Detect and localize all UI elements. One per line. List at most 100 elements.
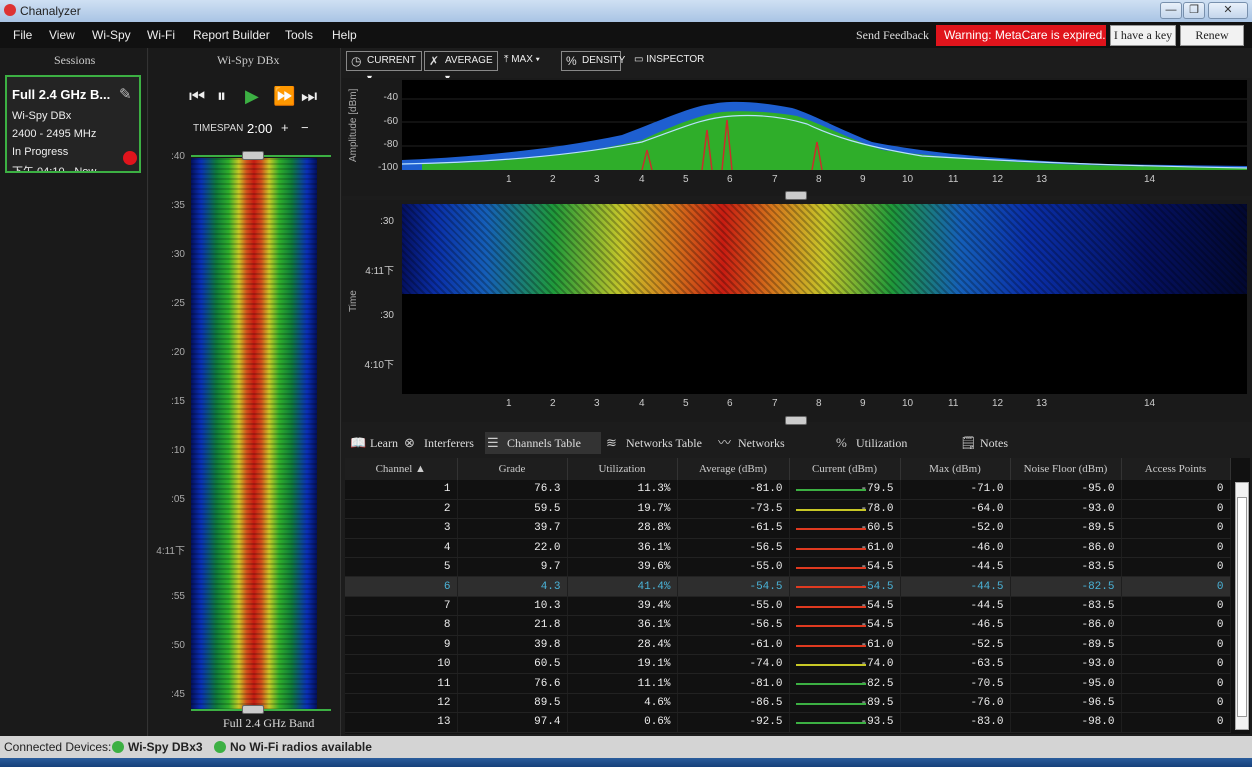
pencil-icon[interactable]: ✎ bbox=[119, 85, 135, 103]
table-cell: 11.3% bbox=[567, 480, 678, 500]
waterfall-bottom-handle[interactable] bbox=[242, 705, 264, 714]
max-button[interactable]: ⤒ MAX ▾ bbox=[504, 54, 540, 65]
time-waterfall-chart: Time :30 4:11下 :30 4:10下 1 2 3 4 5 6 7 8… bbox=[342, 200, 1252, 425]
table-row[interactable]: 10 60.5 19.1% -74.0 -74.0 -63.5 -93.0 0 bbox=[345, 654, 1231, 675]
tab-networks-table[interactable]: ≋ Networks Table bbox=[604, 432, 702, 454]
close-button[interactable]: ✕ bbox=[1208, 2, 1248, 19]
current-button[interactable]: ◷CURRENT ▾ bbox=[346, 51, 422, 84]
spectrum-splitter-handle[interactable] bbox=[785, 191, 807, 200]
table-row[interactable]: 5 9.7 39.6% -55.0 -54.5 -44.5 -83.5 0 bbox=[345, 557, 1231, 578]
status-bar: Connected Devices: Wi-Spy DBx3 No Wi-Fi … bbox=[0, 736, 1252, 758]
waterfall-splitter-handle[interactable] bbox=[785, 416, 807, 425]
menu-tools[interactable]: Tools bbox=[285, 28, 313, 42]
sort-ascending-icon: ▲ bbox=[415, 463, 426, 475]
table-row[interactable]: 4 22.0 36.1% -56.5 -61.0 -46.0 -86.0 0 bbox=[345, 538, 1231, 559]
graph-icon: 〰 bbox=[718, 435, 732, 450]
table-row[interactable]: 12 89.5 4.6% -86.5 -89.5 -76.0 -96.5 0 bbox=[345, 693, 1231, 714]
play-icon[interactable]: ▶ bbox=[245, 86, 259, 107]
tab-interferers[interactable]: ⊗ Interferers bbox=[402, 432, 476, 454]
table-cell: 19.7% bbox=[567, 499, 678, 520]
renew-button[interactable]: Renew bbox=[1180, 25, 1244, 46]
skip-back-icon[interactable]: ⏮ bbox=[189, 86, 205, 107]
time-waterfall-plot[interactable] bbox=[402, 204, 1247, 394]
table-cell: 60.5 bbox=[457, 654, 568, 675]
menu-report-builder[interactable]: Report Builder bbox=[193, 28, 270, 42]
device-status[interactable]: Wi-Spy DBx3 bbox=[128, 740, 203, 754]
send-feedback-link[interactable]: Send Feedback bbox=[856, 28, 929, 43]
menu-file[interactable]: File bbox=[13, 28, 32, 42]
wispy-panel: Wi-Spy DBx ⏮ ⏸ ▶ ⏩ ⏭ TIMESPAN 2:00 + − :… bbox=[149, 48, 341, 736]
session-card[interactable]: Full 2.4 GHz B... ✎ Wi-Spy DBx 2400 - 24… bbox=[5, 75, 141, 173]
tab-notes[interactable]: 🗒 Notes bbox=[958, 432, 1008, 454]
column-header[interactable]: Grade bbox=[457, 458, 568, 480]
spectrum-plot[interactable] bbox=[402, 80, 1247, 170]
maximize-button[interactable]: ❐ bbox=[1183, 2, 1205, 19]
inspector-button[interactable]: ▭ INSPECTOR bbox=[634, 54, 704, 65]
column-header[interactable]: Current (dBm) bbox=[789, 458, 901, 480]
menu-wifi[interactable]: Wi-Fi bbox=[147, 28, 175, 42]
density-core bbox=[422, 111, 1247, 170]
have-key-button[interactable]: I have a key bbox=[1110, 25, 1176, 46]
channel-tick: 7 bbox=[772, 174, 778, 185]
density-button[interactable]: % DENSITY bbox=[561, 51, 625, 71]
table-row[interactable]: 6 4.3 41.4% -54.5 -54.5 -44.5 -82.5 0 bbox=[345, 576, 1231, 597]
table-row[interactable]: 13 97.4 0.6% -92.5 -93.5 -83.0 -98.0 0 bbox=[345, 712, 1231, 733]
column-header[interactable]: Channel ▲ bbox=[345, 458, 458, 480]
menu-help[interactable]: Help bbox=[332, 28, 357, 42]
table-cell: 8 bbox=[345, 615, 458, 636]
scrollbar-thumb[interactable] bbox=[1237, 497, 1247, 717]
table-cell: 11 bbox=[345, 673, 458, 694]
table-row[interactable]: 3 39.7 28.8% -61.5 -60.5 -52.0 -89.5 0 bbox=[345, 518, 1231, 539]
column-header[interactable]: Max (dBm) bbox=[900, 458, 1011, 480]
channel-tick: 11 bbox=[948, 174, 959, 185]
vertical-waterfall[interactable] bbox=[191, 158, 317, 710]
column-header[interactable]: Access Points bbox=[1121, 458, 1231, 480]
column-header[interactable]: Average (dBm) bbox=[677, 458, 790, 480]
table-cell: 5 bbox=[345, 557, 458, 578]
menu-view[interactable]: View bbox=[49, 28, 75, 42]
table-cell: 0 bbox=[1121, 673, 1231, 694]
interferer-icon: ⊗ bbox=[404, 435, 415, 450]
column-header[interactable]: Noise Floor (dBm) bbox=[1010, 458, 1122, 480]
timespan-decrease-button[interactable]: − bbox=[301, 120, 309, 135]
view-toolbar: ◷CURRENT ▾ ✗AVERAGE ▾ ⤒ MAX ▾ %DENSITY ▭… bbox=[342, 48, 1252, 84]
tab-channels-table[interactable]: ☰ Channels Table bbox=[485, 432, 601, 454]
header-label: Channel bbox=[375, 463, 413, 475]
tab-utilization-graph[interactable]: %Utilization Graph bbox=[834, 432, 934, 472]
percent-icon: % bbox=[566, 54, 577, 68]
table-cell: 76.3 bbox=[457, 480, 568, 500]
session-device: Wi-Spy DBx bbox=[12, 110, 72, 122]
tab-label: Notes bbox=[980, 436, 1008, 450]
timespan-increase-button[interactable]: + bbox=[281, 120, 289, 135]
table-cell: -95.0 bbox=[1010, 480, 1122, 500]
table-cell: 0.6% bbox=[567, 712, 678, 733]
average-button[interactable]: ✗AVERAGE ▾ bbox=[424, 51, 498, 84]
table-row[interactable]: 1 76.3 11.3% -81.0 -79.5 -71.0 -95.0 0 bbox=[345, 480, 1231, 500]
minimize-button[interactable]: — bbox=[1160, 2, 1182, 19]
current-sparkline bbox=[795, 586, 866, 589]
table-row[interactable]: 11 76.6 11.1% -81.0 -82.5 -70.5 -95.0 0 bbox=[345, 673, 1231, 694]
pause-icon[interactable]: ⏸ bbox=[217, 86, 226, 107]
table-cell: 59.5 bbox=[457, 499, 568, 520]
table-scrollbar[interactable] bbox=[1235, 482, 1249, 730]
table-row[interactable]: 7 10.3 39.4% -55.0 -54.5 -44.5 -83.5 0 bbox=[345, 596, 1231, 617]
tab-learn[interactable]: 📖 Learn bbox=[348, 432, 398, 454]
table-row[interactable]: 8 21.8 36.1% -56.5 -54.5 -46.5 -86.0 0 bbox=[345, 615, 1231, 636]
table-cell: -52.0 bbox=[900, 518, 1011, 539]
waterfall-top-handle[interactable] bbox=[242, 151, 264, 160]
current-sparkline bbox=[795, 567, 866, 570]
session-range: 2400 - 2495 MHz bbox=[12, 128, 97, 140]
menu-wispy[interactable]: Wi-Spy bbox=[92, 28, 131, 42]
fast-forward-icon[interactable]: ⏩ bbox=[273, 86, 295, 107]
column-header[interactable]: Utilization bbox=[567, 458, 678, 480]
table-cell: -71.0 bbox=[900, 480, 1011, 500]
table-cell: 0 bbox=[1121, 596, 1231, 617]
table-row[interactable]: 2 59.5 19.7% -73.5 -78.0 -64.0 -93.0 0 bbox=[345, 499, 1231, 520]
time-label: :15 bbox=[171, 396, 185, 407]
max-label: MAX bbox=[511, 54, 533, 65]
table-cell: 89.5 bbox=[457, 693, 568, 714]
skip-forward-icon[interactable]: ⏭ bbox=[301, 86, 317, 107]
table-row[interactable]: 9 39.8 28.4% -61.0 -61.0 -52.5 -89.5 0 bbox=[345, 635, 1231, 656]
tab-networks-graph[interactable]: 〰Networks Graph bbox=[716, 432, 814, 472]
table-cell: -74.0 bbox=[677, 654, 790, 675]
